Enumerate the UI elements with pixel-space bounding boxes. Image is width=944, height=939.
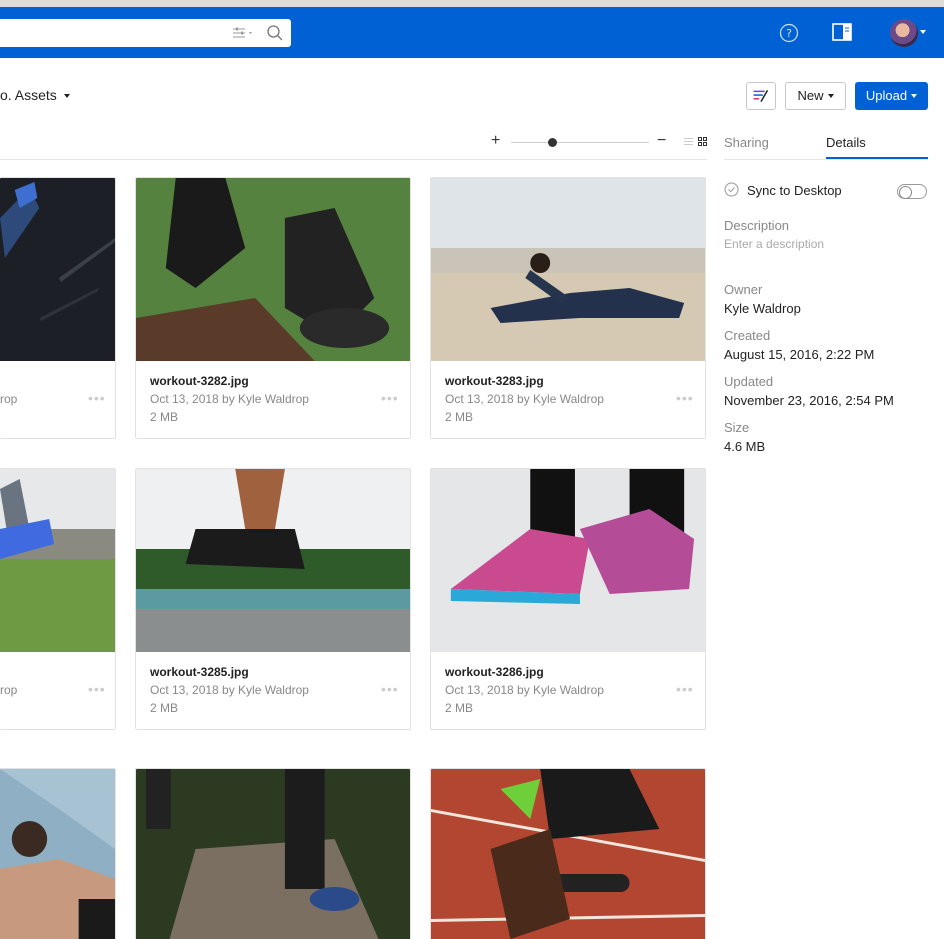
description-label: Description [724,218,790,233]
file-meta: Oct 13, 2018 by Kyle Waldrop [445,683,604,697]
zoom-out-button[interactable]: − [657,133,666,149]
tab-sharing[interactable]: Sharing [724,135,769,150]
file-card[interactable]: workout-3283.jpg Oct 13, 2018 by Kyle Wa… [430,177,706,439]
file-name: workout-3282.jpg [150,374,249,388]
more-options-icon[interactable]: ••• [88,681,106,697]
file-name: workout-3285.jpg [150,665,249,679]
file-meta: rop [0,683,18,697]
file-meta: Oct 13, 2018 by Kyle Waldrop [445,392,604,406]
more-options-icon[interactable]: ••• [381,390,399,406]
chevron-down-icon [827,94,834,98]
active-tab-indicator [826,157,928,159]
sidebar-toggle-icon[interactable] [832,23,852,41]
help-icon[interactable]: ? [779,23,799,43]
file-thumbnail [136,769,410,939]
description-field[interactable]: Enter a description [724,237,824,251]
sync-label: Sync to Desktop [747,183,842,198]
zoom-slider-handle[interactable] [548,138,557,147]
check-circle-icon [724,182,739,197]
created-label: Created [724,328,771,343]
new-button[interactable]: New [785,82,846,110]
file-card[interactable]: workout-3282.jpg Oct 13, 2018 by Kyle Wa… [135,177,411,439]
file-thumbnail [0,178,115,361]
upload-button[interactable]: Upload [855,82,928,110]
file-card[interactable]: workout-3285.jpg Oct 13, 2018 by Kyle Wa… [135,468,411,730]
file-thumbnail [0,469,115,652]
list-view-icon[interactable] [684,137,693,146]
more-options-icon[interactable]: ••• [381,681,399,697]
file-meta: Oct 13, 2018 by Kyle Waldrop [150,683,309,697]
owner-value: Kyle Waldrop [724,301,801,316]
file-size: 2 MB [150,701,179,715]
search-input[interactable] [0,19,291,47]
browser-top-strip [0,0,944,7]
file-thumbnail [0,769,115,939]
file-thumbnail [431,769,705,939]
annotate-icon [753,90,769,102]
filter-icon[interactable] [233,26,255,40]
created-value: August 15, 2016, 2:22 PM [724,347,875,362]
grid-view-icon[interactable] [698,137,707,146]
file-card[interactable]: workout-3286.jpg Oct 13, 2018 by Kyle Wa… [430,468,706,730]
file-meta: Oct 13, 2018 by Kyle Waldrop [150,392,309,406]
size-value: 4.6 MB [724,439,766,454]
file-size: 2 MB [150,410,179,424]
file-name: workout-3286.jpg [445,665,544,679]
avatar[interactable] [890,19,918,47]
sync-toggle[interactable] [897,184,927,199]
updated-value: November 23, 2016, 2:54 PM [724,393,894,408]
file-card[interactable]: rop ••• [0,177,116,439]
file-size: 2 MB [445,410,474,424]
tab-details[interactable]: Details [826,135,866,150]
file-thumbnail [136,178,410,361]
file-card[interactable] [0,768,116,939]
upload-label: Upload [865,88,908,103]
top-bar: ? [0,7,944,58]
more-options-icon[interactable]: ••• [676,681,694,697]
svg-text:?: ? [786,27,792,40]
zoom-slider-track[interactable] [511,142,649,143]
updated-label: Updated [724,374,774,389]
owner-label: Owner [724,282,763,297]
chevron-down-icon [911,94,918,98]
file-thumbnail [431,469,705,652]
file-size: 2 MB [445,701,474,715]
file-card[interactable] [135,768,411,939]
chevron-down-icon [63,94,70,98]
file-name: workout-3283.jpg [445,374,544,388]
tabs-divider [724,159,928,160]
annotate-button[interactable] [746,82,776,110]
breadcrumb-current: o. Assets [0,87,57,103]
file-card[interactable] [430,768,706,939]
chevron-down-icon[interactable] [920,30,926,34]
new-label: New [797,88,824,103]
file-card[interactable]: rop ••• [0,468,116,730]
more-options-icon[interactable]: ••• [676,390,694,406]
file-thumbnail [431,178,705,361]
breadcrumb[interactable]: o. Assets [0,87,70,103]
zoom-in-button[interactable]: + [491,133,500,149]
grid-divider [0,159,707,160]
size-label: Size [724,420,750,435]
file-meta: rop [0,392,18,406]
search-icon[interactable] [266,24,284,42]
more-options-icon[interactable]: ••• [88,390,106,406]
file-thumbnail [136,469,410,652]
